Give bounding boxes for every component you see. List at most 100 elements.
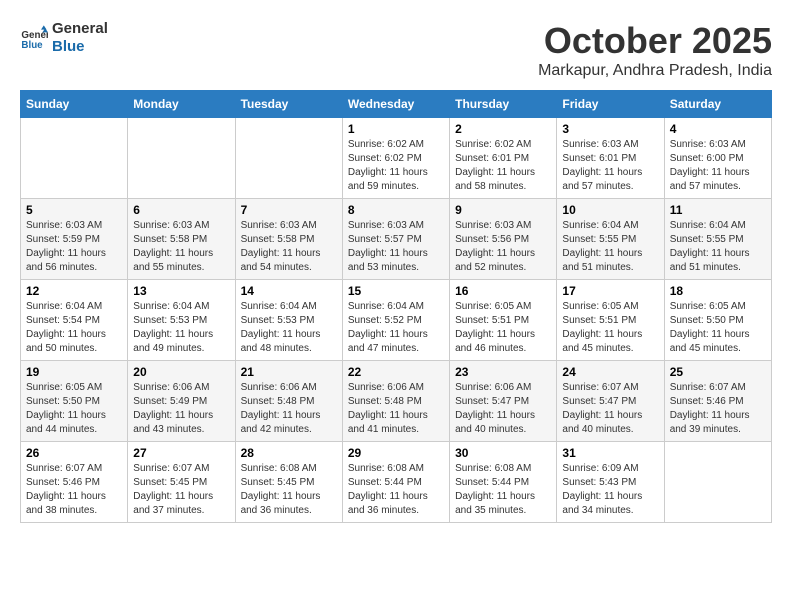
day-number: 8 [348,203,444,217]
calendar-cell: 27Sunrise: 6:07 AM Sunset: 5:45 PM Dayli… [128,442,235,523]
day-info: Sunrise: 6:06 AM Sunset: 5:48 PM Dayligh… [348,381,444,437]
calendar-header-sunday: Sunday [21,91,128,118]
day-number: 11 [670,203,766,217]
calendar-week-row: 5Sunrise: 6:03 AM Sunset: 5:59 PM Daylig… [21,199,772,280]
day-number: 28 [241,446,337,460]
day-info: Sunrise: 6:06 AM Sunset: 5:48 PM Dayligh… [241,381,337,437]
calendar-cell: 7Sunrise: 6:03 AM Sunset: 5:58 PM Daylig… [235,199,342,280]
calendar-header-thursday: Thursday [450,91,557,118]
calendar-cell: 16 Sunrise: 6:05 AM Sunset: 5:51 PM Dayli… [450,280,557,361]
svg-text:Blue: Blue [21,40,43,51]
day-info: Sunrise: 6:03 AM Sunset: 6:01 PM Dayligh… [562,138,658,194]
calendar-cell: 30 Sunrise: 6:08 AM Sunset: 5:44 PM Dayli… [450,442,557,523]
day-number: 31 [562,446,658,460]
calendar-cell: 4 Sunrise: 6:03 AM Sunset: 6:00 PM Daylig… [664,118,771,199]
day-number: 22 [348,365,444,379]
calendar-cell: 12 Sunrise: 6:04 AM Sunset: 5:54 PM Dayli… [21,280,128,361]
day-info: Sunrise: 6:02 AM Sunset: 6:01 PM Dayligh… [455,138,551,194]
day-number: 3 [562,122,658,136]
day-number: 4 [670,122,766,136]
day-info: Sunrise: 6:03 AM Sunset: 5:59 PM Dayligh… [26,219,122,275]
day-info: Sunrise: 6:09 AM Sunset: 5:43 PM Dayligh… [562,462,658,518]
day-number: 17 [562,284,658,298]
day-info: Sunrise: 6:03 AM Sunset: 6:00 PM Dayligh… [670,138,766,194]
calendar-table: SundayMondayTuesdayWednesdayThursdayFrid… [20,90,772,523]
day-number: 12 [26,284,122,298]
calendar-header-wednesday: Wednesday [342,91,449,118]
day-info: Sunrise: 6:05 AM Sunset: 5:51 PM Dayligh… [562,300,658,356]
page-header: General Blue General Blue October 2025 M… [20,20,772,80]
day-info: Sunrise: 6:04 AM Sunset: 5:52 PM Dayligh… [348,300,444,356]
calendar-cell: 25 Sunrise: 6:07 AM Sunset: 5:46 PM Dayli… [664,361,771,442]
day-number: 25 [670,365,766,379]
day-number: 16 [455,284,551,298]
calendar-cell: 28 Sunrise: 6:08 AM Sunset: 5:45 PM Dayli… [235,442,342,523]
day-number: 26 [26,446,122,460]
day-info: Sunrise: 6:04 AM Sunset: 5:55 PM Dayligh… [562,219,658,275]
day-number: 23 [455,365,551,379]
day-number: 19 [26,365,122,379]
calendar-cell: 11 Sunrise: 6:04 AM Sunset: 5:55 PM Dayli… [664,199,771,280]
day-info: Sunrise: 6:07 AM Sunset: 5:47 PM Dayligh… [562,381,658,437]
calendar-cell: 26 Sunrise: 6:07 AM Sunset: 5:46 PM Dayli… [21,442,128,523]
calendar-cell: 13Sunrise: 6:04 AM Sunset: 5:53 PM Dayli… [128,280,235,361]
day-number: 9 [455,203,551,217]
day-info: Sunrise: 6:04 AM Sunset: 5:53 PM Dayligh… [241,300,337,356]
day-number: 1 [348,122,444,136]
day-info: Sunrise: 6:08 AM Sunset: 5:45 PM Dayligh… [241,462,337,518]
calendar-header-friday: Friday [557,91,664,118]
month-title: October 2025 [538,20,772,62]
calendar-cell [128,118,235,199]
calendar-cell: 18Sunrise: 6:05 AM Sunset: 5:50 PM Dayli… [664,280,771,361]
calendar-cell: 14 Sunrise: 6:04 AM Sunset: 5:53 PM Dayli… [235,280,342,361]
day-number: 21 [241,365,337,379]
calendar-cell [664,442,771,523]
day-info: Sunrise: 6:03 AM Sunset: 5:56 PM Dayligh… [455,219,551,275]
calendar-cell: 17 Sunrise: 6:05 AM Sunset: 5:51 PM Dayli… [557,280,664,361]
day-info: Sunrise: 6:03 AM Sunset: 5:57 PM Dayligh… [348,219,444,275]
day-info: Sunrise: 6:02 AM Sunset: 6:02 PM Dayligh… [348,138,444,194]
location: Markapur, Andhra Pradesh, India [538,62,772,80]
logo-general-text: General [52,20,108,38]
calendar-week-row: 12 Sunrise: 6:04 AM Sunset: 5:54 PM Dayli… [21,280,772,361]
calendar-cell: 29 Sunrise: 6:08 AM Sunset: 5:44 PM Dayli… [342,442,449,523]
day-number: 2 [455,122,551,136]
calendar-header-monday: Monday [128,91,235,118]
day-number: 30 [455,446,551,460]
calendar-cell [235,118,342,199]
day-info: Sunrise: 6:05 AM Sunset: 5:50 PM Dayligh… [670,300,766,356]
calendar-cell: 6 Sunrise: 6:03 AM Sunset: 5:58 PM Daylig… [128,199,235,280]
day-number: 15 [348,284,444,298]
day-info: Sunrise: 6:05 AM Sunset: 5:50 PM Dayligh… [26,381,122,437]
day-number: 6 [133,203,229,217]
calendar-cell: 1 Sunrise: 6:02 AM Sunset: 6:02 PM Daylig… [342,118,449,199]
day-info: Sunrise: 6:07 AM Sunset: 5:46 PM Dayligh… [670,381,766,437]
day-number: 7 [241,203,337,217]
day-number: 14 [241,284,337,298]
calendar-cell: 2 Sunrise: 6:02 AM Sunset: 6:01 PM Daylig… [450,118,557,199]
calendar-cell: 10 Sunrise: 6:04 AM Sunset: 5:55 PM Dayli… [557,199,664,280]
day-info: Sunrise: 6:08 AM Sunset: 5:44 PM Dayligh… [348,462,444,518]
title-block: October 2025 Markapur, Andhra Pradesh, I… [538,20,772,80]
calendar-cell: 20Sunrise: 6:06 AM Sunset: 5:49 PM Dayli… [128,361,235,442]
calendar-week-row: 1 Sunrise: 6:02 AM Sunset: 6:02 PM Daylig… [21,118,772,199]
logo-icon: General Blue [20,24,48,52]
calendar-cell: 15 Sunrise: 6:04 AM Sunset: 5:52 PM Dayli… [342,280,449,361]
day-number: 24 [562,365,658,379]
calendar-cell: 22 Sunrise: 6:06 AM Sunset: 5:48 PM Dayli… [342,361,449,442]
day-info: Sunrise: 6:04 AM Sunset: 5:54 PM Dayligh… [26,300,122,356]
day-number: 29 [348,446,444,460]
logo-blue-text: Blue [52,38,108,56]
day-info: Sunrise: 6:05 AM Sunset: 5:51 PM Dayligh… [455,300,551,356]
day-info: Sunrise: 6:08 AM Sunset: 5:44 PM Dayligh… [455,462,551,518]
calendar-header-tuesday: Tuesday [235,91,342,118]
day-info: Sunrise: 6:04 AM Sunset: 5:55 PM Dayligh… [670,219,766,275]
calendar-header-row: SundayMondayTuesdayWednesdayThursdayFrid… [21,91,772,118]
day-number: 10 [562,203,658,217]
day-info: Sunrise: 6:06 AM Sunset: 5:47 PM Dayligh… [455,381,551,437]
calendar-cell: 24 Sunrise: 6:07 AM Sunset: 5:47 PM Dayli… [557,361,664,442]
day-info: Sunrise: 6:07 AM Sunset: 5:46 PM Dayligh… [26,462,122,518]
day-number: 13 [133,284,229,298]
day-info: Sunrise: 6:07 AM Sunset: 5:45 PM Dayligh… [133,462,229,518]
day-info: Sunrise: 6:03 AM Sunset: 5:58 PM Dayligh… [133,219,229,275]
